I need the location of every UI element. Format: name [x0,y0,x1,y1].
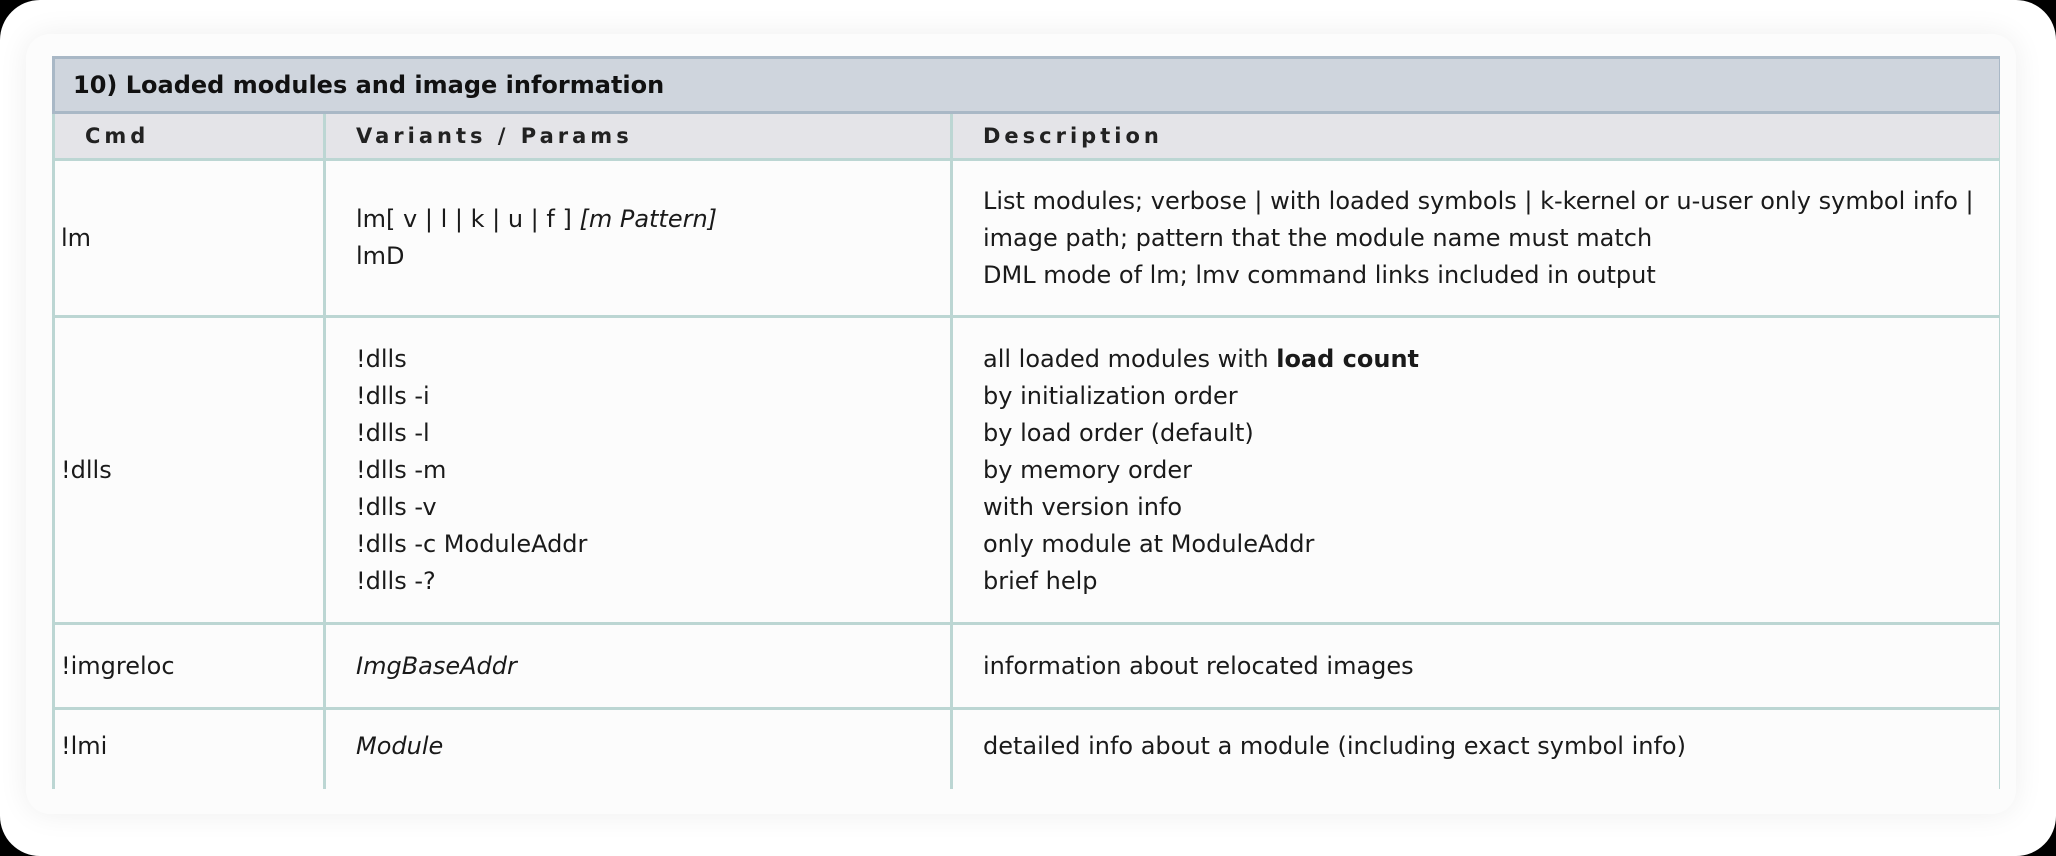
page-background: 10) Loaded modules and image information… [0,0,2056,856]
section-title: 10) Loaded modules and image information [52,56,2000,114]
cmd-cell: !lmi [52,707,326,789]
description-cell: all loaded modules with load count by in… [949,315,2000,625]
column-header-cmd: Cmd [52,111,326,161]
description-text: all loaded modules with [983,344,1277,373]
variants-cell: !dlls !dlls -i !dlls -l !dlls -m !dlls -… [323,315,953,625]
description-line: DML mode of lm; lmv command links includ… [983,260,1656,289]
description-line: by load order (default) [983,418,1254,447]
description-line: by memory order [983,455,1192,484]
variant-param: [m Pattern] [579,205,718,233]
description-line: by initialization order [983,381,1238,410]
table-row: !imgreloc ImgBaseAddr information about … [52,622,2000,710]
variants-cell: lm[ v | l | k | u | f ] [m Pattern] lmD [323,158,953,318]
variant-line: !dlls -i [356,381,430,410]
variants-cell: Module [323,707,953,789]
variants-cell: ImgBaseAddr [323,622,953,710]
description-line: all loaded modules with load count [983,341,1999,378]
description-emphasis: load count [1276,344,1420,373]
description-cell: detailed info about a module (including … [949,707,2000,789]
command-reference-table: 10) Loaded modules and image information… [52,56,2000,789]
cmd-cell: lm [52,158,326,318]
variant-line: !dlls -v [356,492,437,521]
column-header-row: Cmd Variants / Params Description [52,111,2000,161]
reference-table-container: 10) Loaded modules and image information… [52,56,2000,789]
cmd-cell: !dlls [52,315,326,625]
description-line: image path; pattern that the module name… [983,223,1653,252]
cmd-cell: !imgreloc [52,622,326,710]
description-line: only module at ModuleAddr [983,529,1315,558]
variant-line: !dlls -m [356,455,447,484]
variant-line: lmD [356,242,405,270]
description-cell: information about relocated images [949,622,2000,710]
variant-line: !dlls -c ModuleAddr [356,529,588,558]
table-row: !lmi Module detailed info about a module… [52,707,2000,789]
variant-line: lm[ v | l | k | u | f ] [m Pattern] [356,201,950,238]
variant-text: lm[ v | l | k | u | f ] [356,205,580,233]
description-cell: List modules; verbose | with loaded symb… [949,158,2000,318]
variant-line: !dlls [356,344,407,373]
description-line: with version info [983,492,1183,521]
column-header-variants: Variants / Params [323,111,953,161]
description-line: brief help [983,566,1098,595]
section-title-row: 10) Loaded modules and image information [52,56,2000,114]
variant-line: !dlls -l [356,418,430,447]
table-row: lm lm[ v | l | k | u | f ] [m Pattern] l… [52,158,2000,318]
variant-line: !dlls -? [356,566,436,595]
table-row: !dlls !dlls !dlls -i !dlls -l !dlls -m !… [52,315,2000,625]
column-header-description: Description [949,111,2000,161]
description-line: List modules; verbose | with loaded symb… [983,186,1974,215]
